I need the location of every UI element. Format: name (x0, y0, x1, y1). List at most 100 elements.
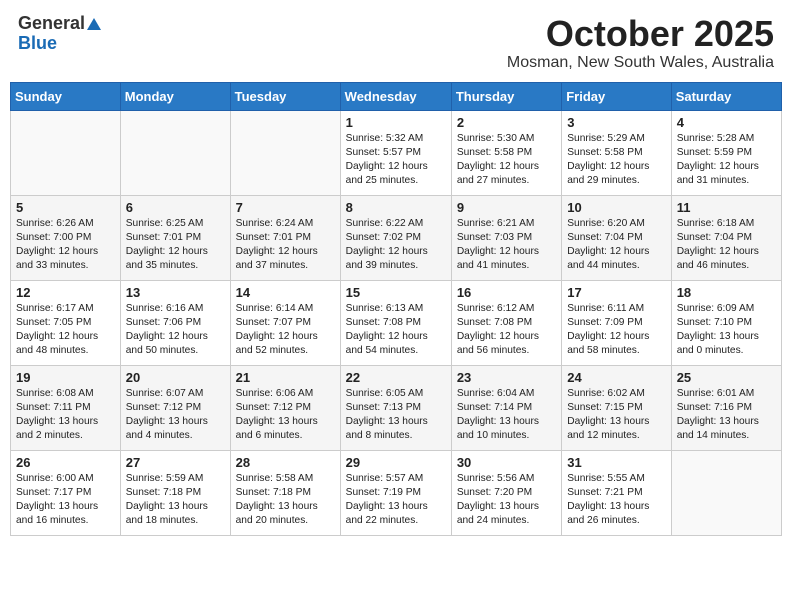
day-number: 18 (677, 285, 776, 300)
calendar-cell: 23 Sunrise: 6:04 AM Sunset: 7:14 PM Dayli… (451, 365, 561, 450)
day-number: 26 (16, 455, 115, 470)
day-number: 23 (457, 370, 556, 385)
day-number: 2 (457, 115, 556, 130)
calendar-table: SundayMondayTuesdayWednesdayThursdayFrid… (10, 82, 782, 536)
calendar-cell: 8 Sunrise: 6:22 AM Sunset: 7:02 PM Daylig… (340, 195, 451, 280)
calendar-cell: 15 Sunrise: 6:13 AM Sunset: 7:08 PM Dayli… (340, 280, 451, 365)
calendar-header-friday: Friday (562, 82, 671, 110)
day-number: 8 (346, 200, 446, 215)
day-number: 20 (126, 370, 225, 385)
page-header: General Blue October 2025 Mosman, New So… (10, 10, 782, 76)
calendar-cell: 25 Sunrise: 6:01 AM Sunset: 7:16 PM Dayli… (671, 365, 781, 450)
day-number: 19 (16, 370, 115, 385)
logo-general: General (18, 14, 85, 34)
day-info: Sunrise: 5:30 AM Sunset: 5:58 PM Dayligh… (457, 132, 556, 189)
calendar-cell: 11Sunrise: 6:18 AM Sunset: 7:04 PM Dayli… (671, 195, 781, 280)
calendar-cell: 29 Sunrise: 5:57 AM Sunset: 7:19 PM Dayli… (340, 450, 451, 535)
calendar-cell: 3 Sunrise: 5:29 AM Sunset: 5:58 PM Daylig… (562, 110, 671, 195)
calendar-week-row: 1Sunrise: 5:32 AM Sunset: 5:57 PM Daylig… (11, 110, 782, 195)
day-number: 25 (677, 370, 776, 385)
calendar-cell: 28 Sunrise: 5:58 AM Sunset: 7:18 PM Dayli… (230, 450, 340, 535)
calendar-week-row: 5 Sunrise: 6:26 AM Sunset: 7:00 PM Daylig… (11, 195, 782, 280)
day-number: 10 (567, 200, 665, 215)
calendar-cell (230, 110, 340, 195)
calendar-header-saturday: Saturday (671, 82, 781, 110)
day-info: Sunrise: 5:29 AM Sunset: 5:58 PM Dayligh… (567, 132, 665, 189)
title-block: October 2025 Mosman, New South Wales, Au… (507, 14, 774, 72)
calendar-cell: 12 Sunrise: 6:17 AM Sunset: 7:05 PM Dayli… (11, 280, 121, 365)
day-number: 22 (346, 370, 446, 385)
day-number: 31 (567, 455, 665, 470)
logo-blue: Blue (18, 34, 57, 54)
day-number: 14 (236, 285, 335, 300)
calendar-cell: 20 Sunrise: 6:07 AM Sunset: 7:12 PM Dayli… (120, 365, 230, 450)
calendar-cell: 4Sunrise: 5:28 AM Sunset: 5:59 PM Daylig… (671, 110, 781, 195)
day-info: Sunrise: 5:58 AM Sunset: 7:18 PM Dayligh… (236, 472, 335, 529)
calendar-cell: 7Sunrise: 6:24 AM Sunset: 7:01 PM Daylig… (230, 195, 340, 280)
day-number: 16 (457, 285, 556, 300)
day-number: 7 (236, 200, 335, 215)
day-info: Sunrise: 6:09 AM Sunset: 7:10 PM Dayligh… (677, 302, 776, 359)
calendar-header-wednesday: Wednesday (340, 82, 451, 110)
day-info: Sunrise: 6:26 AM Sunset: 7:00 PM Dayligh… (16, 217, 115, 274)
logo: General Blue (18, 14, 101, 54)
day-number: 29 (346, 455, 446, 470)
calendar-cell (11, 110, 121, 195)
day-number: 21 (236, 370, 335, 385)
day-number: 12 (16, 285, 115, 300)
day-info: Sunrise: 5:55 AM Sunset: 7:21 PM Dayligh… (567, 472, 665, 529)
day-info: Sunrise: 6:04 AM Sunset: 7:14 PM Dayligh… (457, 387, 556, 444)
day-info: Sunrise: 6:00 AM Sunset: 7:17 PM Dayligh… (16, 472, 115, 529)
calendar-cell: 30 Sunrise: 5:56 AM Sunset: 7:20 PM Dayli… (451, 450, 561, 535)
calendar-cell: 10 Sunrise: 6:20 AM Sunset: 7:04 PM Dayli… (562, 195, 671, 280)
day-info: Sunrise: 6:20 AM Sunset: 7:04 PM Dayligh… (567, 217, 665, 274)
day-number: 9 (457, 200, 556, 215)
calendar-week-row: 12 Sunrise: 6:17 AM Sunset: 7:05 PM Dayli… (11, 280, 782, 365)
calendar-header-monday: Monday (120, 82, 230, 110)
day-info: Sunrise: 6:01 AM Sunset: 7:16 PM Dayligh… (677, 387, 776, 444)
calendar-cell: 22 Sunrise: 6:05 AM Sunset: 7:13 PM Dayli… (340, 365, 451, 450)
month-title: October 2025 (507, 14, 774, 54)
calendar-week-row: 19 Sunrise: 6:08 AM Sunset: 7:11 PM Dayli… (11, 365, 782, 450)
calendar-cell: 9 Sunrise: 6:21 AM Sunset: 7:03 PM Daylig… (451, 195, 561, 280)
day-info: Sunrise: 5:57 AM Sunset: 7:19 PM Dayligh… (346, 472, 446, 529)
day-info: Sunrise: 6:16 AM Sunset: 7:06 PM Dayligh… (126, 302, 225, 359)
calendar-cell: 18 Sunrise: 6:09 AM Sunset: 7:10 PM Dayli… (671, 280, 781, 365)
day-info: Sunrise: 6:17 AM Sunset: 7:05 PM Dayligh… (16, 302, 115, 359)
day-info: Sunrise: 6:22 AM Sunset: 7:02 PM Dayligh… (346, 217, 446, 274)
day-info: Sunrise: 6:06 AM Sunset: 7:12 PM Dayligh… (236, 387, 335, 444)
day-number: 30 (457, 455, 556, 470)
day-info: Sunrise: 6:18 AM Sunset: 7:04 PM Dayligh… (677, 217, 776, 274)
day-number: 5 (16, 200, 115, 215)
calendar-cell: 14 Sunrise: 6:14 AM Sunset: 7:07 PM Dayli… (230, 280, 340, 365)
calendar-cell: 26 Sunrise: 6:00 AM Sunset: 7:17 PM Dayli… (11, 450, 121, 535)
day-number: 3 (567, 115, 665, 130)
calendar-cell: 27Sunrise: 5:59 AM Sunset: 7:18 PM Dayli… (120, 450, 230, 535)
day-number: 15 (346, 285, 446, 300)
day-info: Sunrise: 5:28 AM Sunset: 5:59 PM Dayligh… (677, 132, 776, 189)
day-number: 24 (567, 370, 665, 385)
calendar-cell: 17 Sunrise: 6:11 AM Sunset: 7:09 PM Dayli… (562, 280, 671, 365)
day-info: Sunrise: 6:11 AM Sunset: 7:09 PM Dayligh… (567, 302, 665, 359)
location: Mosman, New South Wales, Australia (507, 54, 774, 72)
calendar-cell: 21 Sunrise: 6:06 AM Sunset: 7:12 PM Dayli… (230, 365, 340, 450)
day-info: Sunrise: 6:14 AM Sunset: 7:07 PM Dayligh… (236, 302, 335, 359)
day-info: Sunrise: 6:08 AM Sunset: 7:11 PM Dayligh… (16, 387, 115, 444)
calendar-cell: 24Sunrise: 6:02 AM Sunset: 7:15 PM Dayli… (562, 365, 671, 450)
calendar-cell: 13 Sunrise: 6:16 AM Sunset: 7:06 PM Dayli… (120, 280, 230, 365)
day-number: 13 (126, 285, 225, 300)
day-number: 17 (567, 285, 665, 300)
calendar-header-sunday: Sunday (11, 82, 121, 110)
calendar-cell (120, 110, 230, 195)
day-info: Sunrise: 6:13 AM Sunset: 7:08 PM Dayligh… (346, 302, 446, 359)
calendar-header-thursday: Thursday (451, 82, 561, 110)
day-info: Sunrise: 6:05 AM Sunset: 7:13 PM Dayligh… (346, 387, 446, 444)
day-info: Sunrise: 6:21 AM Sunset: 7:03 PM Dayligh… (457, 217, 556, 274)
calendar-cell: 31 Sunrise: 5:55 AM Sunset: 7:21 PM Dayli… (562, 450, 671, 535)
day-info: Sunrise: 6:12 AM Sunset: 7:08 PM Dayligh… (457, 302, 556, 359)
day-number: 27 (126, 455, 225, 470)
day-number: 28 (236, 455, 335, 470)
day-info: Sunrise: 6:25 AM Sunset: 7:01 PM Dayligh… (126, 217, 225, 274)
day-info: Sunrise: 5:56 AM Sunset: 7:20 PM Dayligh… (457, 472, 556, 529)
day-info: Sunrise: 6:07 AM Sunset: 7:12 PM Dayligh… (126, 387, 225, 444)
